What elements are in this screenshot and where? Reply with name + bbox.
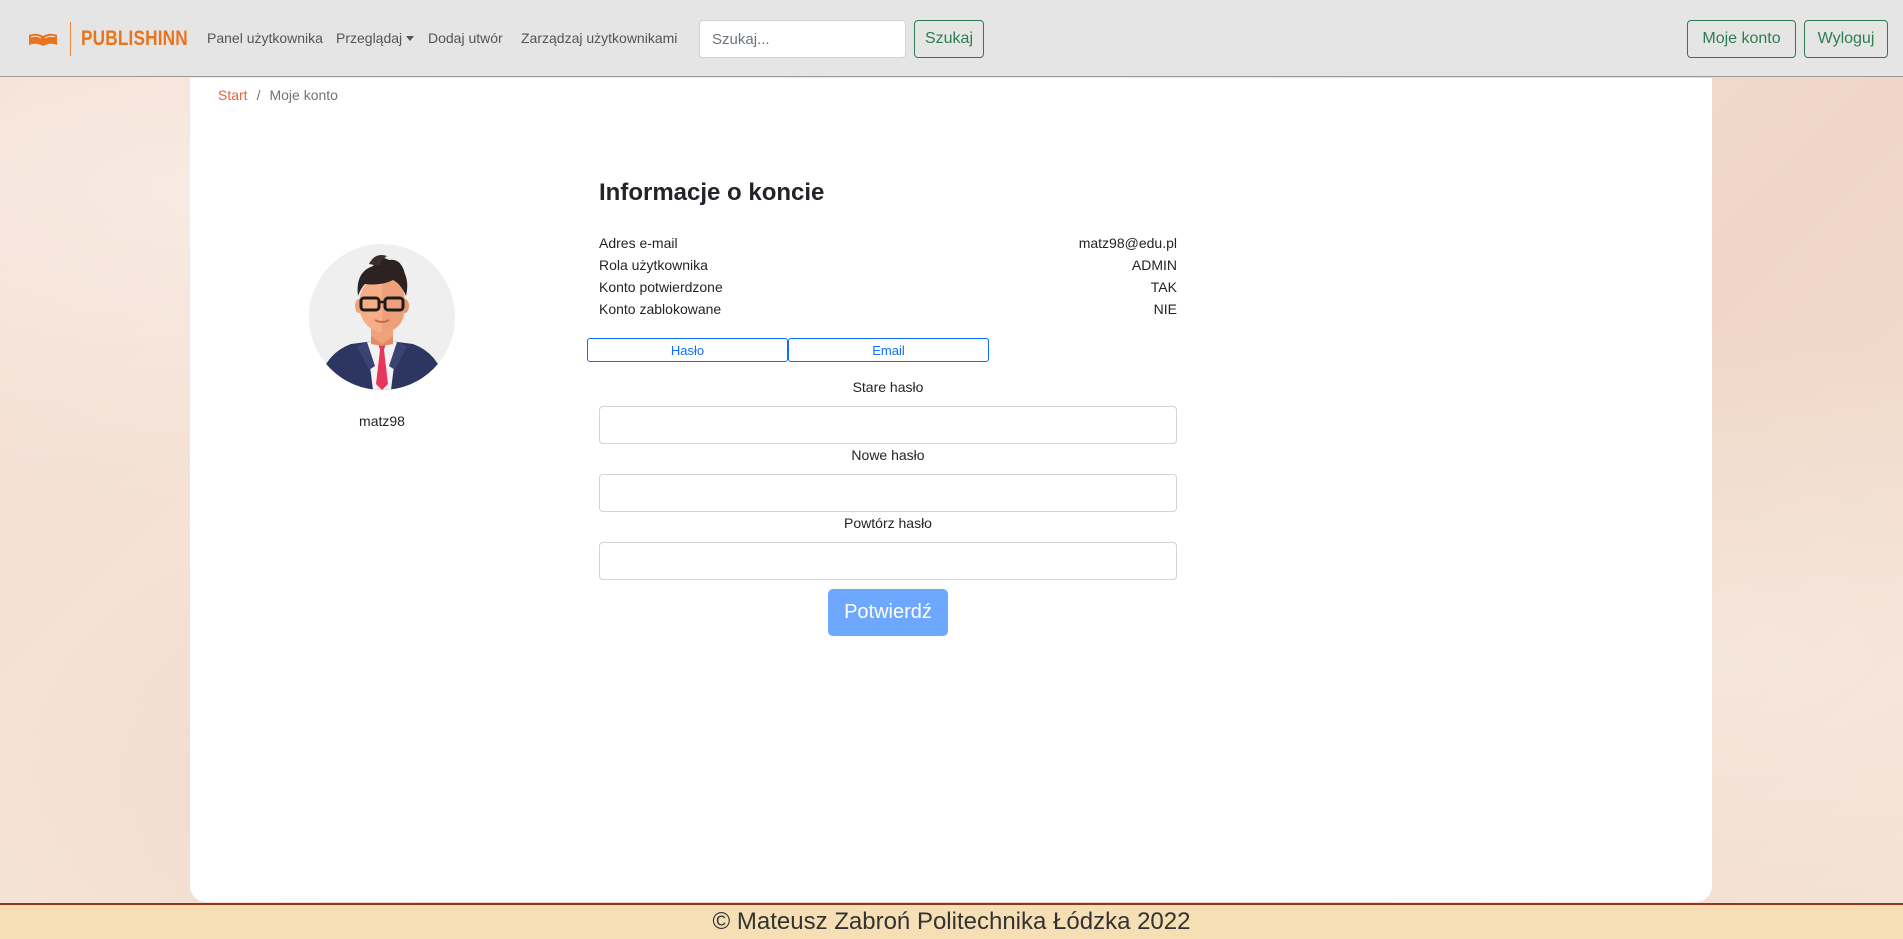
nav-link-add-work[interactable]: Dodaj utwór <box>428 30 503 46</box>
old-password-label: Stare hasło <box>852 379 924 395</box>
nav-dropdown-browse[interactable]: Przeglądaj <box>336 30 415 46</box>
businessman-avatar-icon <box>309 244 455 390</box>
open-book-icon <box>29 33 57 46</box>
info-label: Konto zablokowane <box>599 301 722 317</box>
nav-link-user-panel[interactable]: Panel użytkownika <box>207 30 323 46</box>
breadcrumb-separator: / <box>256 87 261 103</box>
brand-name[interactable]: PUBLISHINN <box>81 27 188 51</box>
search-input[interactable] <box>699 20 906 58</box>
search-button[interactable]: Szukaj <box>914 20 984 58</box>
breadcrumb-current: Moje konto <box>269 87 338 103</box>
nav-dropdown-browse-label: Przeglądaj <box>336 30 403 46</box>
brand-divider <box>70 22 71 56</box>
brand[interactable]: PUBLISHINN <box>28 22 211 56</box>
logout-button[interactable]: Wyloguj <box>1804 20 1888 58</box>
new-password-input[interactable] <box>599 474 1177 512</box>
info-row-blocked: Konto zablokowane NIE <box>599 301 1177 323</box>
username: matz98 <box>359 413 405 429</box>
repeat-password-input[interactable] <box>599 542 1177 580</box>
footer-text: © Mateusz Zabroń Politechnika Łódzka 202… <box>712 908 1191 935</box>
info-row-role: Rola użytkownika ADMIN <box>599 257 1177 279</box>
caret-down-icon <box>406 36 415 41</box>
info-label: Rola użytkownika <box>599 257 708 273</box>
nav-link-manage-users[interactable]: Zarządzaj użytkownikami <box>521 30 677 46</box>
avatar <box>309 244 455 390</box>
repeat-password-label: Powtórz hasło <box>844 515 932 531</box>
tab-password[interactable]: Hasło <box>587 338 788 362</box>
confirm-button[interactable]: Potwierdź <box>828 589 948 636</box>
navbar: PUBLISHINN Panel użytkownika Przeglądaj … <box>0 0 1903 77</box>
new-password-label: Nowe hasło <box>851 447 925 463</box>
info-label: Adres e-mail <box>599 235 678 251</box>
info-value: TAK <box>1150 279 1177 295</box>
info-value: matz98@edu.pl <box>1078 235 1177 251</box>
breadcrumb: Start / Moje konto <box>218 87 338 103</box>
info-value: NIE <box>1153 301 1177 317</box>
footer: © Mateusz Zabroń Politechnika Łódzka 202… <box>0 903 1903 939</box>
my-account-button[interactable]: Moje konto <box>1687 20 1796 58</box>
breadcrumb-home-link[interactable]: Start <box>218 87 248 103</box>
info-label: Konto potwierdzone <box>599 279 723 295</box>
info-value: ADMIN <box>1131 257 1177 273</box>
tab-email[interactable]: Email <box>788 338 989 362</box>
old-password-input[interactable] <box>599 406 1177 444</box>
info-row-confirmed: Konto potwierdzone TAK <box>599 279 1177 301</box>
account-info-title: Informacje o koncie <box>599 179 825 206</box>
info-row-email: Adres e-mail matz98@edu.pl <box>599 235 1177 257</box>
